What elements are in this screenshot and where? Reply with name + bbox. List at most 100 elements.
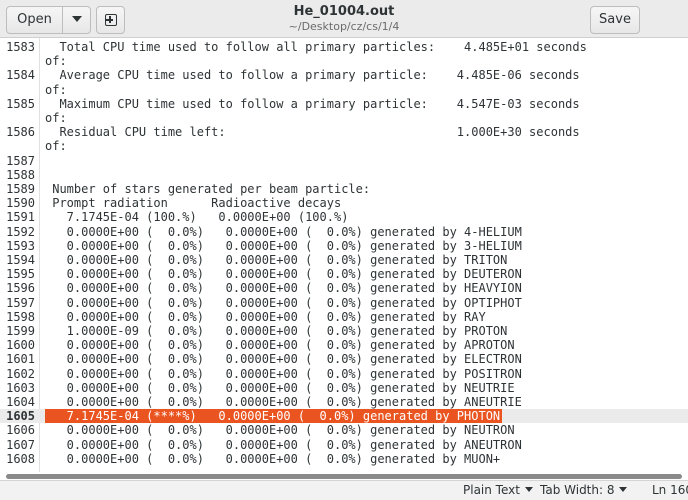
line-number: 1607 (6, 437, 35, 452)
window-title-area: He_01004.out ~/Desktop/cz/cs/1/4 (200, 4, 488, 34)
line-number: 1591 (6, 210, 35, 225)
status-bar: Plain Text Tab Width: 8 Ln 1605 (0, 480, 688, 500)
text-editor[interactable]: 1583 Total CPU time used to follow all p… (0, 38, 688, 472)
open-button[interactable]: Open (6, 6, 63, 34)
editor-line[interactable]: 1589 Number of stars generated per beam … (0, 182, 688, 196)
editor-line[interactable]: 1587 (0, 154, 688, 168)
editor-line[interactable]: of: (0, 111, 688, 125)
line-text: Average CPU time used to follow a primar… (45, 68, 580, 83)
editor-line[interactable]: 1598 0.0000E+00 ( 0.0%) 0.0000E+00 ( 0.0… (0, 310, 688, 324)
line-number: 1592 (6, 224, 35, 239)
cursor-position[interactable]: Ln 1605 (652, 481, 688, 500)
line-number: 1599 (6, 324, 35, 338)
line-number: 1585 (6, 96, 35, 111)
line-number: 1593 (6, 238, 35, 253)
horizontal-scrollbar[interactable] (0, 472, 688, 480)
scrollbar-thumb[interactable] (6, 474, 682, 479)
line-text: Number of stars generated per beam parti… (45, 182, 371, 196)
line-text: 0.0000E+00 ( 0.0%) 0.0000E+00 ( 0.0%) ge… (45, 380, 515, 395)
line-text: Prompt radiation Radioactive decays (45, 196, 342, 211)
chevron-down-icon (619, 487, 628, 492)
editor-line[interactable]: 1603 0.0000E+00 ( 0.0%) 0.0000E+00 ( 0.0… (0, 381, 688, 395)
editor-line[interactable]: of: (0, 83, 688, 97)
line-number: 1584 (6, 68, 35, 83)
line-text: 0.0000E+00 ( 0.0%) 0.0000E+00 ( 0.0%) ge… (45, 281, 522, 296)
editor-line[interactable]: of: (0, 54, 688, 68)
line-number: 1598 (6, 309, 35, 324)
line-text: of: (45, 54, 67, 69)
line-number: 1586 (6, 125, 35, 140)
header-bar: Open He_01004.out ~/Desktop/cz/cs/1/4 Sa… (0, 0, 688, 38)
editor-line[interactable]: 1586 Residual CPU time left: 1.000E+30 s… (0, 125, 688, 139)
line-text: of: (45, 111, 67, 125)
line-number: 1596 (6, 281, 35, 296)
editor-line[interactable]: 1596 0.0000E+00 ( 0.0%) 0.0000E+00 ( 0.0… (0, 281, 688, 295)
tab-width-label: Tab Width: 8 (540, 483, 615, 497)
line-number: 1600 (6, 338, 35, 353)
line-text: 7.1745E-04 (100.%) 0.0000E+00 (100.%) (45, 210, 349, 225)
line-text: 0.0000E+00 ( 0.0%) 0.0000E+00 ( 0.0%) ge… (45, 238, 522, 253)
line-number: 1588 (6, 167, 35, 182)
tab-width-selector[interactable]: Tab Width: 8 (540, 481, 628, 500)
line-number: 1606 (6, 423, 35, 438)
editor-line[interactable]: 1607 0.0000E+00 ( 0.0%) 0.0000E+00 ( 0.0… (0, 438, 688, 452)
editor-line[interactable]: 1588 (0, 168, 688, 182)
line-text: of: (45, 82, 67, 97)
line-text: 0.0000E+00 ( 0.0%) 0.0000E+00 ( 0.0%) ge… (45, 395, 522, 409)
line-text: of: (45, 139, 67, 154)
line-number: 1590 (6, 196, 35, 211)
language-label: Plain Text (463, 483, 520, 497)
line-number: 1608 (6, 451, 35, 466)
document-path: ~/Desktop/cz/cs/1/4 (288, 20, 400, 33)
line-number: 1587 (6, 153, 35, 168)
new-tab-button[interactable] (96, 6, 125, 34)
editor-line[interactable]: 1584 Average CPU time used to follow a p… (0, 68, 688, 82)
line-text: 0.0000E+00 ( 0.0%) 0.0000E+00 ( 0.0%) ge… (45, 309, 486, 324)
line-number: 1605 (6, 409, 35, 424)
line-text: 0.0000E+00 ( 0.0%) 0.0000E+00 ( 0.0%) ge… (45, 423, 515, 438)
editor-line[interactable]: 1606 0.0000E+00 ( 0.0%) 0.0000E+00 ( 0.0… (0, 423, 688, 437)
line-number: 1594 (6, 253, 35, 267)
current-line[interactable]: 1605 7.1745E-04 (****%) 0.0000E+00 ( 0.0… (0, 409, 688, 424)
save-button[interactable]: Save (590, 6, 640, 34)
editor-line[interactable]: 1595 0.0000E+00 ( 0.0%) 0.0000E+00 ( 0.0… (0, 267, 688, 281)
editor-line[interactable]: 1591 7.1745E-04 (100.%) 0.0000E+00 (100.… (0, 210, 688, 224)
line-text: Maximum CPU time used to follow a primar… (45, 96, 580, 111)
open-recent-dropdown[interactable] (62, 6, 91, 34)
line-number: 1604 (6, 395, 35, 409)
line-number: 1601 (6, 352, 35, 367)
editor-line[interactable]: 1590 Prompt radiation Radioactive decays (0, 196, 688, 210)
editor-line[interactable]: 1599 1.0000E-09 ( 0.0%) 0.0000E+00 ( 0.0… (0, 324, 688, 338)
editor-line[interactable]: 1601 0.0000E+00 ( 0.0%) 0.0000E+00 ( 0.0… (0, 352, 688, 366)
line-text: 0.0000E+00 ( 0.0%) 0.0000E+00 ( 0.0%) ge… (45, 366, 522, 381)
line-text: 0.0000E+00 ( 0.0%) 0.0000E+00 ( 0.0%) ge… (45, 295, 522, 310)
line-text: 0.0000E+00 ( 0.0%) 0.0000E+00 ( 0.0%) ge… (45, 437, 522, 452)
language-selector[interactable]: Plain Text (463, 481, 533, 500)
editor-line[interactable]: 1608 0.0000E+00 ( 0.0%) 0.0000E+00 ( 0.0… (0, 452, 688, 466)
editor-line[interactable]: 1602 0.0000E+00 ( 0.0%) 0.0000E+00 ( 0.0… (0, 367, 688, 381)
editor-line[interactable]: of: (0, 139, 688, 153)
document-title: He_01004.out (293, 4, 395, 19)
line-text: 0.0000E+00 ( 0.0%) 0.0000E+00 ( 0.0%) ge… (45, 224, 522, 239)
editor-line[interactable]: 1594 0.0000E+00 ( 0.0%) 0.0000E+00 ( 0.0… (0, 253, 688, 267)
line-number: 1597 (6, 295, 35, 310)
editor-line[interactable]: 1597 0.0000E+00 ( 0.0%) 0.0000E+00 ( 0.0… (0, 296, 688, 310)
editor-line[interactable]: 1593 0.0000E+00 ( 0.0%) 0.0000E+00 ( 0.0… (0, 239, 688, 253)
line-text: 0.0000E+00 ( 0.0%) 0.0000E+00 ( 0.0%) ge… (45, 338, 515, 353)
line-text: 0.0000E+00 ( 0.0%) 0.0000E+00 ( 0.0%) ge… (45, 267, 522, 282)
chevron-down-icon (71, 15, 82, 22)
editor-line[interactable]: 1585 Maximum CPU time used to follow a p… (0, 97, 688, 111)
selected-text: 7.1745E-04 (****%) 0.0000E+00 ( 0.0%) ge… (45, 409, 503, 424)
line-text: Total CPU time used to follow all primar… (45, 40, 587, 54)
editor-line[interactable]: 1583 Total CPU time used to follow all p… (0, 40, 688, 54)
line-text: 0.0000E+00 ( 0.0%) 0.0000E+00 ( 0.0%) ge… (45, 253, 508, 267)
editor-line[interactable]: 1600 0.0000E+00 ( 0.0%) 0.0000E+00 ( 0.0… (0, 338, 688, 352)
editor-line[interactable]: 1604 0.0000E+00 ( 0.0%) 0.0000E+00 ( 0.0… (0, 395, 688, 409)
line-number: 1603 (6, 380, 35, 395)
line-number: 1595 (6, 267, 35, 282)
line-number: 1583 (6, 40, 35, 54)
line-number: 1602 (6, 366, 35, 381)
line-number: 1589 (6, 182, 35, 196)
line-text: 0.0000E+00 ( 0.0%) 0.0000E+00 ( 0.0%) ge… (45, 352, 522, 367)
editor-line[interactable]: 1592 0.0000E+00 ( 0.0%) 0.0000E+00 ( 0.0… (0, 225, 688, 239)
